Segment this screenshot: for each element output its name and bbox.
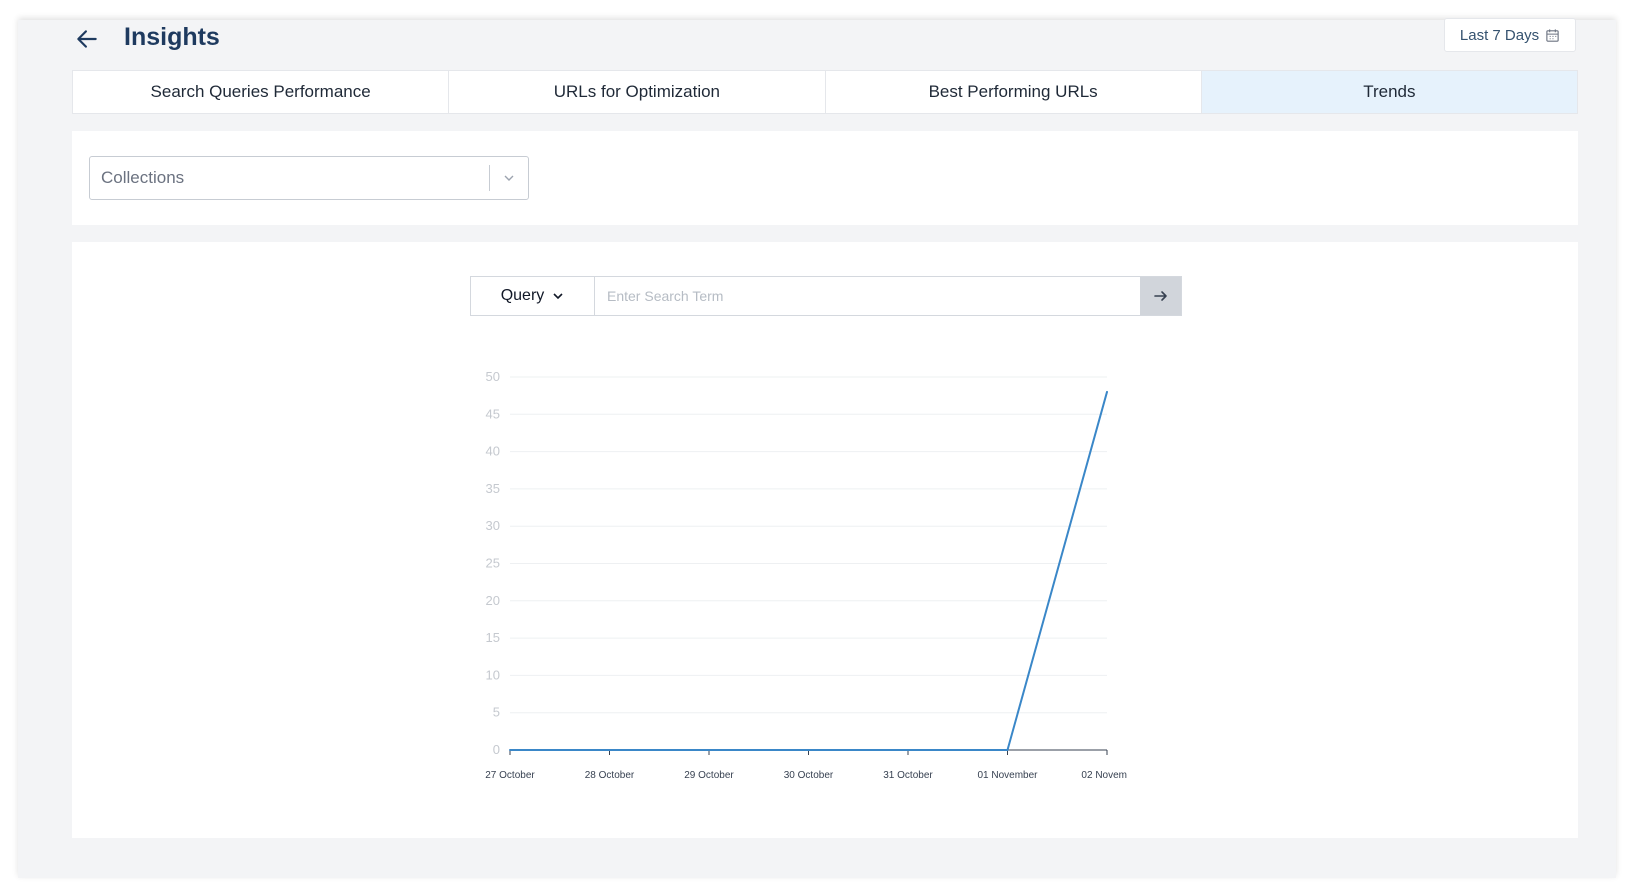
page-title: Insights	[124, 23, 220, 51]
chevron-down-icon	[553, 293, 563, 300]
chevron-down-icon[interactable]	[490, 157, 528, 199]
tab-label: Best Performing URLs	[928, 82, 1098, 101]
data-point	[907, 749, 909, 751]
tab-trends[interactable]: Trends	[1201, 71, 1577, 113]
search-bar: Query	[470, 276, 1182, 316]
data-point	[608, 749, 611, 751]
tab-best-performing-urls[interactable]: Best Performing URLs	[826, 71, 1202, 113]
tab-search-queries-performance[interactable]: Search Queries Performance	[73, 71, 450, 113]
x-tick-label: 29 October	[684, 770, 734, 781]
query-type-dropdown[interactable]: Query	[471, 277, 595, 315]
y-tick-label: 5	[493, 705, 500, 720]
collections-select[interactable]: Collections	[89, 156, 529, 200]
calendar-icon	[1546, 28, 1559, 42]
data-point	[1006, 749, 1009, 751]
search-submit-button[interactable]	[1140, 277, 1181, 315]
y-tick-label: 20	[486, 593, 500, 608]
collections-placeholder: Collections	[101, 168, 185, 187]
data-point	[807, 749, 810, 751]
y-tick-label: 35	[486, 481, 500, 496]
y-tick-label: 0	[493, 742, 500, 757]
filter-panel: Collections	[72, 131, 1578, 225]
x-tick-label: 30 October	[784, 770, 834, 781]
tab-urls-for-optimization[interactable]: URLs for Optimization	[449, 71, 826, 113]
data-point	[708, 749, 710, 751]
data-point	[509, 749, 511, 751]
tab-label: Trends	[1363, 82, 1416, 101]
y-tick-label: 30	[486, 518, 500, 533]
back-arrow-icon[interactable]	[74, 26, 100, 52]
trends-panel: 0 5 10 15 20 25 30 35 40 45 50 27 October 28 October…	[72, 242, 1578, 838]
arrow-right-icon	[1153, 291, 1167, 301]
y-tick-label: 10	[486, 667, 500, 682]
y-tick-label: 15	[486, 630, 500, 645]
y-tick-label: 40	[486, 444, 500, 459]
y-tick-label: 25	[486, 556, 500, 571]
data-point	[1106, 390, 1108, 393]
x-tick-label: 28 October	[585, 770, 635, 781]
app-frame: Insights Last 7 Days Search Queries Perf…	[18, 18, 1616, 878]
date-range-label: Last 7 Days	[1459, 26, 1540, 44]
y-tick-label: 45	[486, 406, 500, 421]
query-type-label: Query	[500, 287, 545, 304]
series-line	[510, 391, 1108, 751]
x-tick-label: 31 October	[883, 770, 933, 781]
tab-label: Search Queries Performance	[150, 82, 371, 101]
x-tick-label: 02 Novemb	[1081, 770, 1133, 781]
y-tick-label: 50	[486, 369, 500, 384]
trend-line-chart: 0 5 10 15 20 25 30 35 40 45 50 27 October 28 October…	[485, 369, 1133, 781]
x-tick-label: 27 October	[485, 770, 535, 781]
date-range-button[interactable]: Last 7 Days	[1444, 18, 1576, 52]
x-tick-label: 01 November	[977, 770, 1038, 781]
tab-label: URLs for Optimization	[553, 82, 721, 101]
insights-tabs: Search Queries Performance URLs for Opti…	[72, 70, 1578, 114]
search-term-input[interactable]	[595, 277, 1140, 315]
page-header: Insights Last 7 Days	[18, 18, 1616, 70]
